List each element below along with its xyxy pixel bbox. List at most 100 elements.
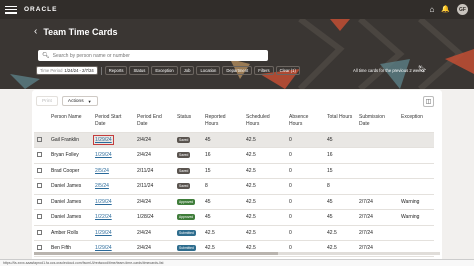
time-period-label: Time Period <box>40 68 63 73</box>
reported-hours-cell: 45 <box>202 193 243 210</box>
total-hours-cell: 45 <box>324 209 356 225</box>
checkbox <box>34 162 48 179</box>
period-end-cell: 2/11/24 <box>134 178 174 194</box>
search-input[interactable] <box>52 52 253 59</box>
status-cell: Saved <box>174 147 202 163</box>
header-reported-hours[interactable]: Reported Hours <box>202 112 243 132</box>
exception-cell <box>398 162 434 179</box>
table-header-row: Person Name Period Start Date Period End… <box>34 112 434 132</box>
period-end-cell: 1/28/24 <box>134 209 174 225</box>
submission-date-cell <box>356 178 398 194</box>
exception-cell: Warning <box>398 193 434 210</box>
total-hours-cell: 16 <box>324 147 356 163</box>
status-cell: Saved <box>174 178 202 194</box>
checkbox <box>34 209 48 225</box>
status-badge: Approved <box>177 214 196 221</box>
absence-hours-cell: 0 <box>286 147 324 163</box>
checkbox <box>34 131 48 148</box>
total-hours-cell: 8 <box>324 178 356 194</box>
filter-reports[interactable]: Reports <box>104 66 128 75</box>
period-start-link[interactable]: 1/22/24 <box>95 214 112 220</box>
reported-hours-cell: 45 <box>202 131 243 148</box>
horizontal-scrollbar[interactable] <box>34 252 440 255</box>
table-row[interactable]: Daniel James 1/29/24 2/4/24 Approved 45 42.5 0… <box>34 193 434 210</box>
filter-job[interactable]: Job <box>179 66 195 75</box>
submission-date-cell: 2/7/24 <box>356 209 398 225</box>
row-checkbox[interactable] <box>37 198 42 204</box>
row-checkbox[interactable] <box>37 183 42 189</box>
header-icons: ⌂ 🔔 GF <box>429 4 468 15</box>
time-period-value: 1/24/24 - 2/7/24 <box>64 68 94 73</box>
period-start-cell: 1/29/24 <box>92 224 134 241</box>
submission-date-cell <box>356 162 398 179</box>
time-period-filter[interactable]: Time Period 1/24/24 - 2/7/24 <box>36 66 98 75</box>
filter-location[interactable]: Location <box>196 66 221 75</box>
checkbox <box>34 224 48 241</box>
period-start-link[interactable]: 1/29/24 <box>93 134 114 145</box>
filter-divider <box>100 66 102 75</box>
header-total-hours[interactable]: Total Hours <box>324 112 356 132</box>
table-row[interactable]: Daniel James 1/22/24 1/28/24 Approved 45 42.5… <box>34 209 434 225</box>
total-hours-cell: 42.5 <box>324 224 356 241</box>
back-arrow-icon[interactable]: ‹ <box>34 26 37 37</box>
period-start-link[interactable]: 1/29/24 <box>95 199 112 205</box>
scheduled-hours-cell: 42.5 <box>243 178 286 194</box>
filter-status[interactable]: Status <box>129 66 150 75</box>
submission-date-cell: 2/7/24 <box>356 193 398 210</box>
print-button[interactable]: Print <box>36 96 58 106</box>
table-row[interactable]: Bryan Folley 1/29/24 2/4/24 Saved 16 42.5 0 16 <box>34 147 434 163</box>
home-icon[interactable]: ⌂ <box>429 5 434 15</box>
header-status[interactable]: Status <box>174 112 202 132</box>
row-checkbox[interactable] <box>37 152 42 158</box>
status-cell: Approved <box>174 193 202 210</box>
header-submission-date[interactable]: Submission Date <box>356 112 398 132</box>
total-hours-cell: 15 <box>324 162 356 179</box>
table-row[interactable]: Daniel James 2/5/24 2/11/24 Saved 8 42.5 0 8 <box>34 178 434 194</box>
global-header: ORACLE ⌂ 🔔 GF <box>0 0 474 19</box>
header-person-name[interactable]: Person Name <box>48 112 92 132</box>
filter-exception[interactable]: Exception <box>151 66 178 75</box>
table-row[interactable]: Brad Cooper 2/5/24 2/11/24 Saved 15 42.5 0 15 <box>34 162 434 179</box>
period-start-link[interactable]: 1/29/24 <box>95 230 112 236</box>
period-start-cell: 1/29/24 <box>92 147 134 163</box>
timecards-panel: Print Actions ▼ ◫ Person Name Period Sta… <box>32 90 442 266</box>
header-absence-hours[interactable]: Absence Hours <box>286 112 324 132</box>
status-badge: Saved <box>177 136 191 143</box>
status-badge: Saved <box>177 183 191 190</box>
period-start-link[interactable]: 1/29/24 <box>95 152 112 158</box>
person-name-cell: Daniel James <box>48 178 92 194</box>
person-name-cell: Amber Rolls <box>48 224 92 241</box>
header-period-start[interactable]: Period Start Date <box>92 112 134 132</box>
header-period-end[interactable]: Period End Date <box>134 112 174 132</box>
user-avatar-icon[interactable]: GF <box>457 4 468 15</box>
period-end-cell: 2/4/24 <box>134 193 174 210</box>
filter-more-filters[interactable]: Filters <box>254 66 274 75</box>
status-cell: Submitted <box>174 224 202 241</box>
search-box[interactable]: 🔍︎ <box>38 50 268 61</box>
header-scheduled-hours[interactable]: Scheduled Hours <box>243 112 286 132</box>
filter-department[interactable]: Department <box>222 66 253 75</box>
table-row[interactable]: Amber Rolls 1/29/24 2/4/24 Submitted 42.5 42.… <box>34 224 434 241</box>
scrollbar-thumb[interactable] <box>34 252 278 255</box>
exception-cell: Warning <box>398 209 434 225</box>
row-checkbox[interactable] <box>37 229 42 235</box>
row-checkbox[interactable] <box>37 214 42 220</box>
period-start-cell: 2/5/24 <box>92 162 134 179</box>
actions-menu-button[interactable]: Actions ▼ <box>61 96 98 106</box>
row-checkbox[interactable] <box>37 167 42 173</box>
column-view-icon[interactable]: ◫ <box>423 96 434 107</box>
bell-icon[interactable]: 🔔 <box>441 5 450 15</box>
period-start-link[interactable]: 2/5/24 <box>95 183 109 189</box>
bookmark-icon[interactable]: 🔖︎ <box>418 65 427 73</box>
period-start-cell: 2/5/24 <box>92 178 134 194</box>
row-checkbox[interactable] <box>37 136 42 142</box>
header-exception[interactable]: Exception <box>398 112 434 132</box>
period-start-link[interactable]: 2/5/24 <box>95 168 109 174</box>
period-start-link[interactable]: 1/29/24 <box>95 245 112 251</box>
exception-cell <box>398 131 434 148</box>
row-checkbox[interactable] <box>37 245 42 251</box>
menu-icon[interactable] <box>5 5 17 14</box>
page-title: Team Time Cards <box>43 26 118 37</box>
table-row[interactable]: Gail Franklin 1/29/24 2/4/24 Saved 45 42.5 0 45 <box>34 131 434 148</box>
clear-filters-button[interactable]: Clear (1) <box>275 66 300 75</box>
